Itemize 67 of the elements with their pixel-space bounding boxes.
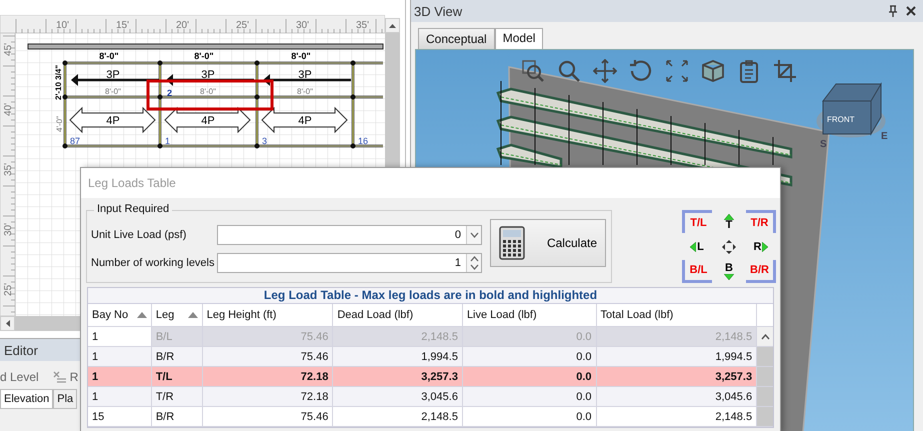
table-cell: 75.46 bbox=[202, 327, 334, 346]
dimension-label: 2'-10 3/4" bbox=[54, 64, 63, 100]
compass-label: S bbox=[820, 139, 827, 150]
plank-label: 4P bbox=[106, 115, 120, 127]
table-cell: 0.0 bbox=[462, 387, 597, 406]
table-cell: 3,045.6 bbox=[333, 387, 463, 406]
ruler-label: 25' bbox=[3, 282, 14, 296]
plank-label: 3P bbox=[298, 69, 312, 81]
table-cell: 72.18 bbox=[202, 387, 334, 406]
bay-width-label: 8'-0" bbox=[105, 87, 121, 96]
table-cell: 3,045.6 bbox=[596, 387, 758, 406]
plank-label: 3P bbox=[201, 69, 215, 81]
table-cell: 3,257.3 bbox=[333, 367, 463, 386]
group-title: Input Required bbox=[94, 203, 172, 215]
bay-width-label: 8'-0" bbox=[99, 51, 119, 61]
table-cell: 2,148.5 bbox=[596, 327, 758, 346]
table-cell: 0.0 bbox=[462, 327, 597, 346]
plank-label: 3P bbox=[106, 69, 120, 81]
bay-number: 3 bbox=[262, 136, 268, 146]
table-cell: T/R bbox=[152, 387, 203, 406]
bay-width-label: 8'-0" bbox=[291, 51, 311, 61]
table-cell: 0.0 bbox=[462, 407, 597, 426]
table-cell: 75.46 bbox=[202, 407, 334, 426]
table-title: Leg Load Table - Max leg loads are in bold and highlighted bbox=[88, 288, 773, 304]
cube-face-label: FRONT bbox=[827, 115, 855, 124]
table-cell: 3,257.3 bbox=[596, 367, 758, 386]
bay-number: 87 bbox=[70, 136, 80, 146]
ruler-label: 40' bbox=[3, 102, 14, 116]
ruler-label: 35' bbox=[3, 162, 14, 176]
table-cell: B/R bbox=[152, 407, 203, 426]
table-cell: 1,994.5 bbox=[596, 347, 758, 366]
table-cell: B/L bbox=[152, 327, 203, 346]
table-cell: 75.46 bbox=[202, 347, 334, 366]
ruler-label: 20' bbox=[176, 20, 190, 31]
ruler-label: 30' bbox=[296, 20, 310, 31]
bay-width-label: 8'-0" bbox=[297, 87, 313, 96]
plank-label: 4P bbox=[298, 115, 312, 127]
table-cell: T/L bbox=[152, 367, 203, 386]
bay-number: 16 bbox=[358, 136, 368, 146]
table-cell: B/R bbox=[152, 347, 203, 366]
dimension-label: 4'-0" bbox=[55, 116, 64, 132]
ruler-label: 15' bbox=[116, 20, 130, 31]
compass-label: E bbox=[881, 131, 888, 142]
table-cell: 0.0 bbox=[462, 367, 597, 386]
bay-width-label: 8'-0" bbox=[194, 51, 214, 61]
ruler-label: 45' bbox=[3, 42, 14, 56]
ruler-label: 30' bbox=[3, 222, 14, 236]
ruler-label: 35' bbox=[356, 20, 370, 31]
field-label: Unit Live Load (psf) bbox=[91, 229, 188, 241]
ruler-label: 10' bbox=[56, 20, 70, 31]
table-cell: 1 bbox=[88, 347, 152, 366]
dialog-title: Leg Loads Table bbox=[81, 168, 780, 198]
table-cell: 15 bbox=[88, 407, 152, 426]
bay-number: 1 bbox=[165, 136, 170, 146]
plank-label: 4P bbox=[201, 115, 215, 127]
table-cell: 2,148.5 bbox=[333, 407, 463, 426]
table-cell: 1 bbox=[88, 367, 152, 386]
field-label: Number of working levels bbox=[91, 257, 216, 269]
table-cell: 0.0 bbox=[462, 347, 597, 366]
bay-width-label: 8'-0" bbox=[200, 87, 216, 96]
table-cell: 2,148.5 bbox=[333, 327, 463, 346]
table-cell: 72.18 bbox=[202, 367, 334, 386]
leg-number: 2 bbox=[167, 88, 172, 98]
table-cell: 1,994.5 bbox=[333, 347, 463, 366]
panel-title: 3D View bbox=[414, 4, 462, 18]
ruler-label: 25' bbox=[236, 20, 250, 31]
table-cell: 1 bbox=[88, 387, 152, 406]
